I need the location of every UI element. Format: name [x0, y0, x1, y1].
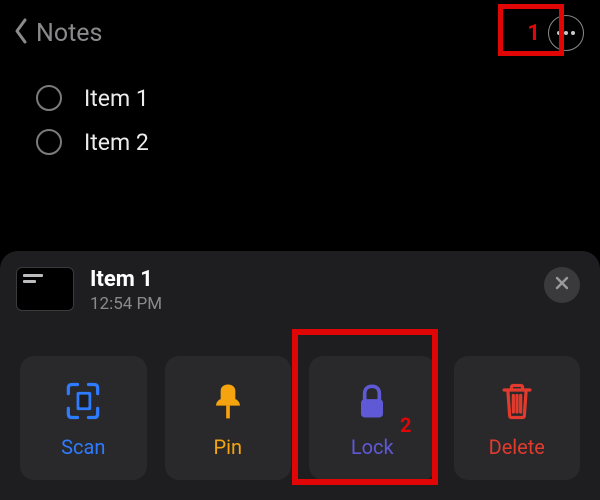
back-label: Notes: [36, 19, 102, 48]
pin-button[interactable]: Pin: [165, 356, 292, 480]
sheet-title: Item 1: [90, 267, 162, 292]
list-item[interactable]: Item 2: [36, 120, 570, 164]
nav-right: 1: [527, 15, 584, 51]
actions-row: Scan Pin Lock: [16, 356, 584, 480]
sheet-title-block: Item 1 12:54 PM: [90, 267, 162, 314]
action-label: Delete: [489, 435, 545, 459]
delete-button[interactable]: Delete: [454, 356, 581, 480]
trash-icon: [495, 377, 539, 425]
chevron-left-icon: [10, 17, 32, 49]
note-thumbnail-icon: [16, 267, 74, 311]
pin-icon: [206, 377, 250, 425]
action-label: Scan: [61, 435, 105, 459]
back-button[interactable]: Notes: [10, 17, 102, 49]
list-item-label: Item 1: [84, 85, 149, 112]
radio-unchecked-icon[interactable]: [36, 85, 62, 111]
scan-button[interactable]: Scan: [20, 356, 147, 480]
annotation-marker-1: 1: [527, 21, 540, 46]
lock-icon: [350, 377, 394, 425]
sheet-header: Item 1 12:54 PM: [16, 267, 584, 314]
checklist: Item 1 Item 2: [0, 56, 600, 164]
action-label: Lock: [351, 435, 394, 459]
action-label: Pin: [213, 435, 242, 459]
sheet-timestamp: 12:54 PM: [90, 294, 162, 314]
more-icon: [557, 31, 575, 35]
list-item-label: Item 2: [84, 129, 149, 156]
action-sheet: Item 1 12:54 PM: [0, 251, 600, 500]
lock-button[interactable]: Lock: [309, 356, 436, 480]
nav-bar: Notes 1: [0, 0, 600, 56]
more-button[interactable]: [548, 15, 584, 51]
list-item[interactable]: Item 1: [36, 76, 570, 120]
close-button[interactable]: [544, 267, 580, 303]
radio-unchecked-icon[interactable]: [36, 129, 62, 155]
scan-icon: [61, 377, 105, 425]
close-icon: [554, 275, 570, 295]
